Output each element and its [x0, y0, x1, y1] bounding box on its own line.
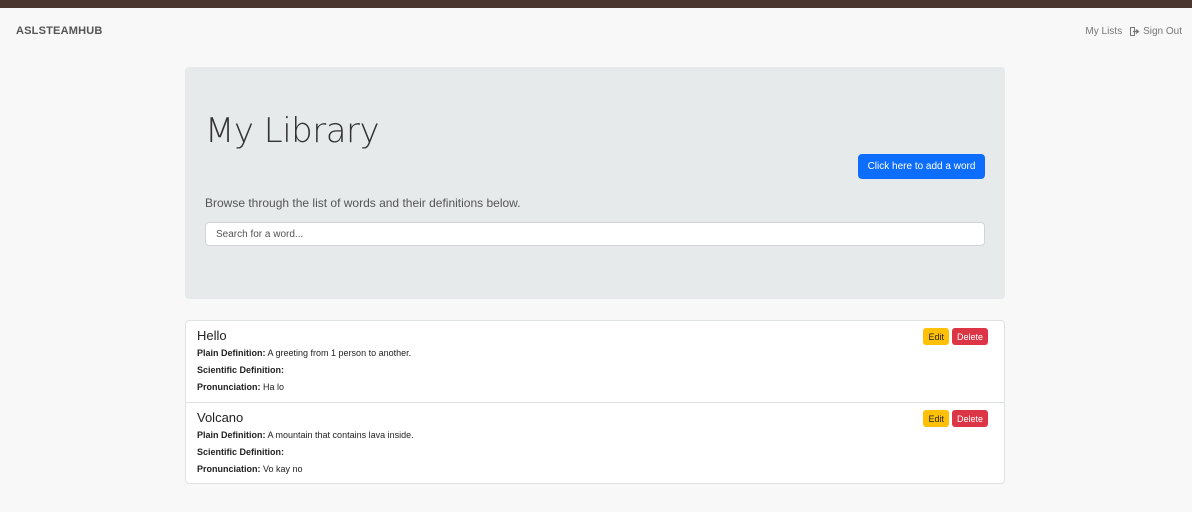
- scientific-definition: Scientific Definition:: [197, 362, 993, 379]
- pronunciation-value: Ha lo: [263, 382, 285, 392]
- page-description: Browse through the list of words and the…: [205, 196, 521, 210]
- library-header: My Library Click here to add a word Brow…: [185, 67, 1005, 299]
- word-item-volcano: Volcano Plain Definition: A mountain tha…: [186, 402, 1004, 483]
- plain-definition-value: A greeting from 1 person to another.: [267, 348, 412, 358]
- word-title: Volcano: [197, 410, 244, 425]
- top-border: [0, 0, 1192, 8]
- sign-out-label: Sign Out: [1143, 25, 1182, 37]
- sign-out-link[interactable]: Sign Out: [1130, 26, 1182, 37]
- edit-button[interactable]: Edit: [923, 410, 949, 427]
- word-actions: Edit Delete: [923, 328, 988, 345]
- edit-button[interactable]: Edit: [923, 328, 949, 345]
- plain-definition: Plain Definition: A mountain that contai…: [197, 427, 993, 444]
- plain-definition-label: Plain Definition:: [197, 430, 266, 440]
- scientific-definition: Scientific Definition:: [197, 444, 993, 461]
- delete-button[interactable]: Delete: [951, 410, 988, 427]
- plain-definition-label: Plain Definition:: [197, 348, 266, 358]
- plain-definition: Plain Definition: A greeting from 1 pers…: [197, 345, 993, 362]
- word-list: Hello Plain Definition: A greeting from …: [185, 320, 1005, 484]
- pronunciation: Pronunciation: Ha lo: [197, 379, 993, 396]
- scientific-definition-label: Scientific Definition:: [197, 365, 285, 375]
- nav-links: My Lists Sign Out: [1085, 26, 1182, 37]
- navbar: ASLSTEAMHUB My Lists Sign Out: [0, 8, 1192, 54]
- sign-out-icon: [1130, 26, 1140, 36]
- word-title: Hello: [197, 328, 227, 343]
- search-input[interactable]: [205, 222, 985, 246]
- pronunciation-value: Vo kay no: [263, 464, 303, 474]
- delete-button[interactable]: Delete: [951, 328, 988, 345]
- word-actions: Edit Delete: [923, 410, 988, 427]
- plain-definition-value: A mountain that contains lava inside.: [267, 430, 414, 440]
- scientific-definition-label: Scientific Definition:: [197, 447, 285, 457]
- add-word-button[interactable]: Click here to add a word: [858, 154, 985, 179]
- word-item-hello: Hello Plain Definition: A greeting from …: [186, 321, 1004, 402]
- pronunciation-label: Pronunciation:: [197, 382, 261, 392]
- page-title: My Library: [205, 111, 380, 151]
- pronunciation: Pronunciation: Vo kay no: [197, 461, 993, 478]
- brand-logo[interactable]: ASLSTEAMHUB: [16, 25, 103, 37]
- my-lists-link[interactable]: My Lists: [1085, 26, 1122, 37]
- pronunciation-label: Pronunciation:: [197, 464, 261, 474]
